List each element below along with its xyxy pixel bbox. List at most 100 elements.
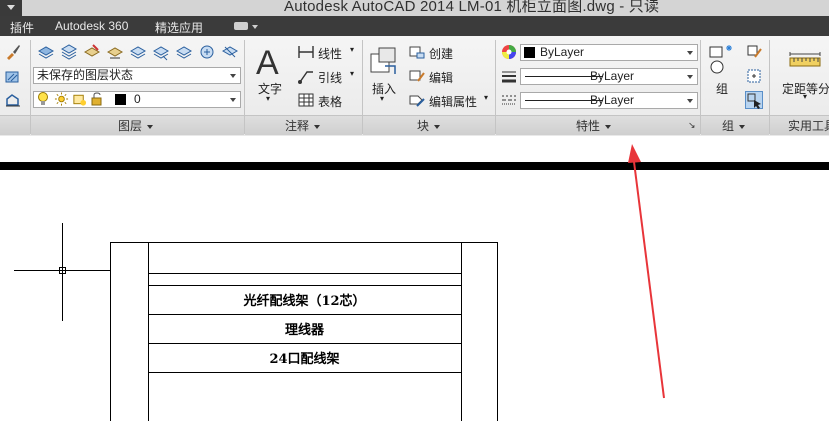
edit-block-icon[interactable]: [408, 67, 426, 85]
layer-walk-icon[interactable]: [198, 43, 216, 61]
measure-icon[interactable]: [788, 50, 822, 70]
layer-freeze-icon[interactable]: [152, 43, 170, 61]
unlock-icon: [90, 92, 104, 107]
layer-properties-icon[interactable]: [37, 43, 55, 61]
chevron-down-icon: [252, 25, 258, 29]
chevron-down-icon[interactable]: ▾: [380, 94, 384, 103]
layer-state-value: 未保存的图层状态: [37, 68, 134, 82]
chevron-down-icon: [739, 124, 746, 129]
create-block-icon[interactable]: [408, 43, 426, 61]
chevron-down-icon: [230, 74, 236, 78]
text-icon[interactable]: A: [254, 42, 286, 82]
chevron-down-icon: [605, 124, 612, 129]
panel-label-layers[interactable]: 图层: [118, 117, 154, 134]
chevron-down-icon[interactable]: ▾: [484, 93, 488, 102]
ribbon-tab-bar: 插件 Autodesk 360 精选应用: [0, 16, 829, 36]
linear-dimension-icon[interactable]: [297, 43, 315, 61]
group-button-label[interactable]: 组: [716, 80, 728, 97]
panel-label-group[interactable]: 组: [722, 117, 746, 134]
layer-lock-icon[interactable]: [175, 43, 193, 61]
annotation-arrow-shaft: [632, 153, 665, 399]
layer-isolate-icon[interactable]: [129, 43, 147, 61]
linetype-icon[interactable]: [500, 91, 518, 109]
edit-attribute-icon[interactable]: [408, 91, 426, 109]
layer-stack-icon[interactable]: [60, 43, 78, 61]
chevron-down-icon[interactable]: ▾: [350, 45, 354, 54]
tab-plugins[interactable]: 插件: [10, 19, 34, 36]
chevron-down-icon: [230, 98, 236, 102]
panel-label-block[interactable]: 块: [417, 117, 441, 134]
window-title: Autodesk AutoCAD 2014 LM-01 机柜立面图.dwg - …: [284, 0, 660, 15]
insert-block-icon[interactable]: [367, 44, 401, 78]
linetype-value: ByLayer: [590, 93, 635, 107]
current-layer-value: 0: [134, 92, 141, 106]
panel-label-utilities[interactable]: 实用工具: [788, 117, 829, 134]
chevron-down-icon[interactable]: ▾: [266, 94, 270, 103]
viewport-freeze-icon: [72, 92, 87, 107]
lineweight-value: ByLayer: [590, 69, 635, 83]
panel-separator: [700, 40, 701, 134]
edit-attributes-button-label[interactable]: 编辑属性: [429, 93, 477, 110]
annotation-arrow-head: [628, 144, 641, 163]
leader-icon[interactable]: [297, 67, 315, 85]
leader-button-label[interactable]: 引线: [318, 69, 342, 86]
chevron-down-icon: [147, 124, 154, 129]
panel-label-properties[interactable]: 特性: [576, 117, 612, 134]
color-swatch: [524, 47, 535, 58]
lineweight-dropdown[interactable]: ByLayer: [520, 68, 698, 85]
ribbon-minimize-button[interactable]: [232, 21, 258, 32]
chevron-down-icon: [687, 75, 693, 79]
group-manager-icon[interactable]: [745, 67, 763, 85]
linetype-dropdown[interactable]: ByLayer: [520, 92, 698, 109]
chevron-down-icon: [687, 51, 693, 55]
color-value: ByLayer: [540, 45, 585, 59]
layer-previous-icon[interactable]: [106, 43, 124, 61]
svg-text:A: A: [256, 44, 279, 80]
crosshair-cursor-icon: [14, 223, 110, 321]
boundary-icon[interactable]: [4, 91, 22, 109]
sun-icon: [54, 92, 69, 107]
group-edit-icon[interactable]: [745, 43, 763, 61]
drawing-row-label: 理线器: [284, 323, 324, 338]
hatch-icon[interactable]: [4, 67, 22, 85]
linear-button-label[interactable]: 线性: [318, 45, 342, 62]
drawing-geometry: [14, 144, 665, 421]
panel-toggle-icon: [234, 22, 248, 30]
layer-dropdown[interactable]: 0: [33, 91, 241, 108]
chevron-down-icon: [434, 124, 441, 129]
layer-off-icon[interactable]: [221, 43, 239, 61]
drawing-canvas[interactable]: 光纤配线架（12芯） 理线器 24口配线架: [0, 136, 829, 421]
panel-separator: [362, 40, 363, 134]
lineweight-icon[interactable]: [500, 67, 518, 85]
title-bar: Autodesk AutoCAD 2014 LM-01 机柜立面图.dwg - …: [0, 0, 829, 16]
group-selection-toggle-icon[interactable]: [745, 91, 763, 109]
drawing-row-label: 24口配线架: [269, 352, 340, 367]
panel-separator: [769, 40, 770, 134]
panel-separator: [495, 40, 496, 134]
layer-color-swatch: [115, 94, 126, 105]
drawing-row-label: 光纤配线架（12芯）: [243, 294, 366, 309]
panel-bar-draw: [0, 115, 30, 135]
create-button-label[interactable]: 创建: [429, 45, 453, 62]
table-button-label[interactable]: 表格: [318, 93, 342, 110]
lightbulb-icon: [36, 92, 50, 107]
properties-dialog-launcher-icon[interactable]: ↘: [688, 120, 696, 131]
chevron-down-icon: [314, 124, 321, 129]
match-properties-color-wheel-icon[interactable]: [500, 43, 518, 61]
layer-match-icon[interactable]: [83, 43, 101, 61]
quick-access-dropdown-button[interactable]: [0, 0, 22, 16]
group-icon[interactable]: [707, 43, 739, 77]
edit-button-label[interactable]: 编辑: [429, 69, 453, 86]
layer-state-dropdown[interactable]: 未保存的图层状态: [33, 67, 241, 84]
panel-separator: [244, 40, 245, 134]
table-icon[interactable]: [297, 91, 315, 109]
chevron-down-icon[interactable]: ▾: [803, 92, 807, 101]
tab-autodesk-360[interactable]: Autodesk 360: [55, 19, 128, 33]
panel-label-annotation[interactable]: 注释: [285, 117, 321, 134]
panel-separator: [30, 40, 31, 134]
tab-featured-apps[interactable]: 精选应用: [155, 19, 203, 36]
brush-icon[interactable]: [4, 43, 22, 61]
chevron-down-icon: [687, 99, 693, 103]
color-dropdown[interactable]: ByLayer: [520, 44, 698, 61]
chevron-down-icon[interactable]: ▾: [350, 69, 354, 78]
